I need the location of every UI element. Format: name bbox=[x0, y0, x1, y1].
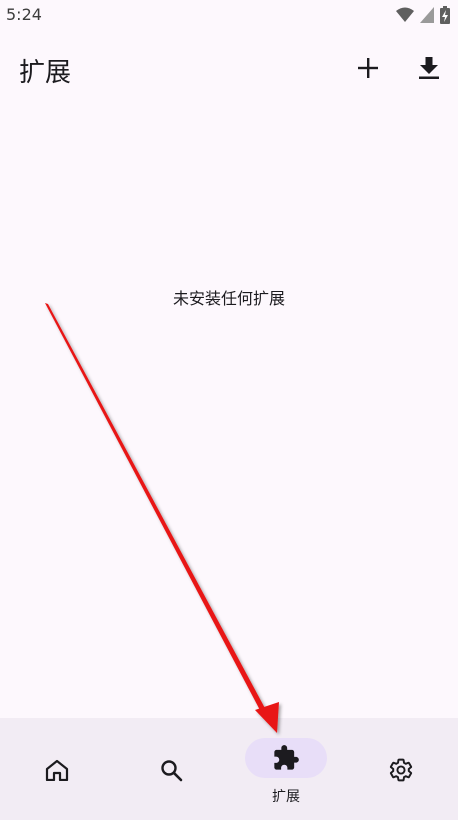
home-icon bbox=[45, 759, 69, 781]
nav-item-search[interactable] bbox=[114, 718, 228, 820]
status-time: 5:24 bbox=[6, 5, 42, 24]
add-button[interactable] bbox=[352, 52, 384, 84]
signal-icon bbox=[420, 7, 434, 23]
nav-item-home[interactable] bbox=[0, 718, 114, 820]
download-icon bbox=[419, 57, 439, 79]
plus-icon bbox=[358, 58, 378, 78]
status-icons bbox=[396, 6, 450, 24]
extension-icon bbox=[274, 745, 299, 770]
wifi-icon bbox=[396, 7, 414, 22]
annotation-arrow bbox=[45, 303, 279, 733]
gear-icon-wrap bbox=[388, 757, 414, 783]
empty-state-message: 未安装任何扩展 bbox=[172, 289, 285, 308]
home-icon-wrap bbox=[45, 759, 69, 781]
nav-item-extensions[interactable]: 扩展 bbox=[229, 718, 343, 820]
gear-icon bbox=[389, 758, 413, 782]
battery-icon bbox=[440, 6, 450, 24]
search-icon-wrap bbox=[159, 758, 183, 782]
download-button[interactable] bbox=[413, 52, 445, 84]
app-bar: 扩展 bbox=[0, 40, 458, 96]
nav-active-indicator bbox=[245, 738, 327, 778]
nav-item-extensions-label: 扩展 bbox=[272, 789, 300, 805]
bottom-navigation: 扩展 bbox=[0, 718, 458, 820]
search-icon bbox=[161, 760, 183, 782]
page-title: 扩展 bbox=[19, 58, 72, 88]
nav-item-settings[interactable] bbox=[344, 718, 458, 820]
status-bar: 5:24 bbox=[0, 0, 458, 30]
